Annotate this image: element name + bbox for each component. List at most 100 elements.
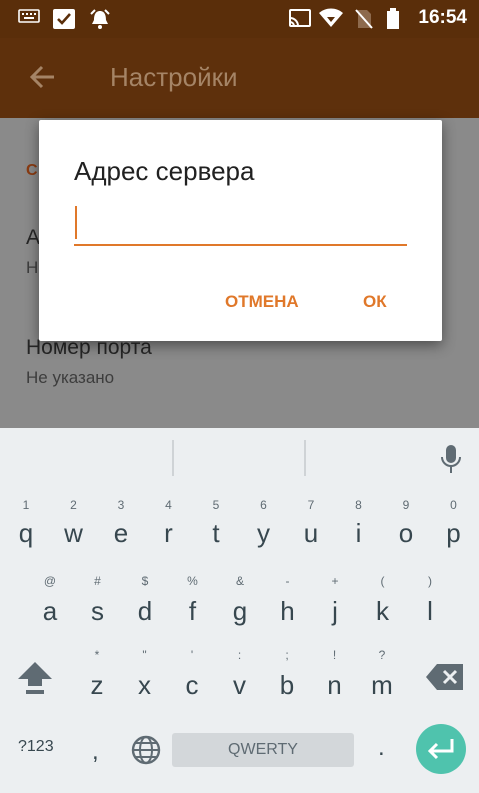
key-label: e xyxy=(113,518,129,548)
key-hint: 9 xyxy=(402,498,410,512)
key-b[interactable]: ; b xyxy=(263,648,311,704)
key-label: j xyxy=(332,596,338,626)
space-bar[interactable]: QWERTY xyxy=(172,733,354,767)
key-label: w xyxy=(64,518,83,548)
key-hint: 6 xyxy=(260,498,267,512)
period-key[interactable]: . xyxy=(378,734,385,762)
key-hint: # xyxy=(94,574,101,588)
key-hint: 4 xyxy=(165,498,172,512)
key-label: m xyxy=(371,670,393,700)
arrow-back-icon[interactable] xyxy=(28,62,58,92)
text-cursor xyxy=(75,206,77,239)
key-g[interactable]: & g xyxy=(216,574,264,630)
key-hint: ? xyxy=(378,648,386,662)
key-hint: : xyxy=(237,648,242,662)
key-hint: ) xyxy=(428,574,432,588)
category-header: С xyxy=(26,162,38,179)
key-hint: ( xyxy=(380,574,385,588)
symbols-key[interactable]: ?123 xyxy=(18,738,54,756)
key-hint: 1 xyxy=(22,498,30,512)
cancel-button[interactable]: ОТМЕНА xyxy=(225,292,299,312)
key-hint: 3 xyxy=(117,498,125,512)
comma-key[interactable]: , xyxy=(92,738,99,766)
key-hint: - xyxy=(285,574,290,588)
key-c[interactable]: ' c xyxy=(168,648,216,704)
key-label: n xyxy=(327,670,342,700)
soft-keyboard: 1q2w3e4r5t6y7u8i9o0p @ a # s $ d% f & g - h + j(k) l … xyxy=(0,428,479,793)
key-hint: % xyxy=(187,574,198,588)
key-hint: 0 xyxy=(450,498,457,512)
key-x[interactable]: " x xyxy=(121,648,169,704)
key-hint: 7 xyxy=(307,498,315,512)
key-label: q xyxy=(18,518,34,548)
key-z[interactable]: * z xyxy=(73,648,121,704)
dialog-title: Адрес сервера xyxy=(74,156,255,186)
alarm-icon xyxy=(90,9,110,29)
backspace-icon[interactable] xyxy=(425,662,465,692)
key-o[interactable]: 9o xyxy=(382,498,430,554)
key-a[interactable]: @ a xyxy=(26,574,74,630)
globe-icon[interactable] xyxy=(130,734,162,766)
key-r[interactable]: 4r xyxy=(145,498,193,554)
key-label: y xyxy=(257,518,270,548)
key-m[interactable]: ? m xyxy=(358,648,406,704)
key-k[interactable]: (k xyxy=(359,574,407,630)
key-label: x xyxy=(138,670,151,700)
ok-button[interactable]: ОК xyxy=(363,292,387,312)
key-label: o xyxy=(398,518,414,548)
key-label: a xyxy=(42,596,58,626)
key-w[interactable]: 2w xyxy=(50,498,98,554)
microphone-icon[interactable] xyxy=(440,444,462,474)
enter-icon xyxy=(427,739,454,760)
key-label: b xyxy=(279,670,295,700)
key-d[interactable]: $ d xyxy=(121,574,169,630)
enter-key[interactable] xyxy=(416,724,466,774)
key-hint: $ xyxy=(141,574,149,588)
pref-summary-port: Не указано xyxy=(26,368,115,387)
key-v[interactable]: :v xyxy=(216,648,264,704)
server-address-dialog: Адрес сервера ОТМЕНА ОК xyxy=(39,120,442,341)
key-label: t xyxy=(212,518,220,548)
key-u[interactable]: 7u xyxy=(287,498,335,554)
check-box-icon xyxy=(53,9,75,29)
key-label: s xyxy=(91,596,104,626)
key-i[interactable]: 8i xyxy=(335,498,383,554)
no-sim-icon xyxy=(355,9,373,29)
server-address-input[interactable] xyxy=(74,244,407,246)
key-label: z xyxy=(90,670,104,700)
key-label: f xyxy=(188,596,197,626)
key-h[interactable]: -h xyxy=(264,574,312,630)
key-label: i xyxy=(355,518,362,548)
key-hint: ; xyxy=(285,648,289,662)
key-label: p xyxy=(446,518,461,548)
key-hint: ! xyxy=(332,648,337,662)
key-l[interactable]: ) l xyxy=(406,574,454,630)
key-j[interactable]: + j xyxy=(311,574,359,630)
key-hint: ' xyxy=(190,648,194,662)
app-bar: Настройки xyxy=(0,38,479,118)
key-hint: @ xyxy=(43,574,57,588)
key-hint: 5 xyxy=(212,498,220,512)
key-e[interactable]: 3e xyxy=(97,498,145,554)
key-n[interactable]: ! n xyxy=(311,648,359,704)
key-q[interactable]: 1q xyxy=(2,498,50,554)
battery-icon xyxy=(387,8,399,29)
shift-icon[interactable] xyxy=(14,660,56,696)
pref-title-server[interactable]: А xyxy=(26,226,40,250)
status-bar: 16:54 xyxy=(0,0,479,38)
key-hint: & xyxy=(235,574,244,588)
key-p[interactable]: 0p xyxy=(430,498,478,554)
status-time: 16:54 xyxy=(418,7,467,28)
suggestion-divider xyxy=(304,440,306,476)
key-label: k xyxy=(376,596,389,626)
key-f[interactable]: % f xyxy=(169,574,217,630)
pref-summary-server: Н xyxy=(26,258,39,277)
key-s[interactable]: # s xyxy=(74,574,122,630)
key-t[interactable]: 5t xyxy=(192,498,240,554)
key-hint: * xyxy=(94,648,100,662)
key-label: c xyxy=(185,670,199,700)
key-hint: + xyxy=(331,574,339,588)
key-y[interactable]: 6y xyxy=(240,498,288,554)
page-title: Настройки xyxy=(110,62,238,92)
keyboard-icon xyxy=(18,9,40,23)
